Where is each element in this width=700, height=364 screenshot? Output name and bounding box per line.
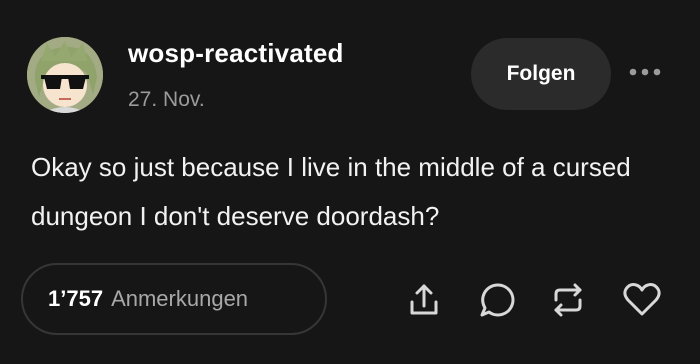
follow-button[interactable]: Folgen (471, 38, 611, 110)
reblog-icon[interactable] (546, 278, 590, 322)
username[interactable]: wosp-reactivated (128, 38, 344, 69)
reply-icon[interactable] (475, 278, 519, 322)
notes-label: Anmerkungen (111, 286, 249, 311)
avatar[interactable] (27, 37, 103, 113)
post-body: Okay so just because I live in the middl… (31, 152, 631, 231)
notes-button[interactable]: 1’757 Anmerkungen (21, 263, 327, 335)
like-icon[interactable] (620, 278, 664, 322)
notes-count: 1’757 (48, 286, 104, 311)
more-options-icon[interactable] (627, 60, 663, 84)
share-icon[interactable] (402, 278, 446, 322)
avatar-image (27, 37, 103, 113)
post-date: 27. Nov. (128, 88, 205, 111)
